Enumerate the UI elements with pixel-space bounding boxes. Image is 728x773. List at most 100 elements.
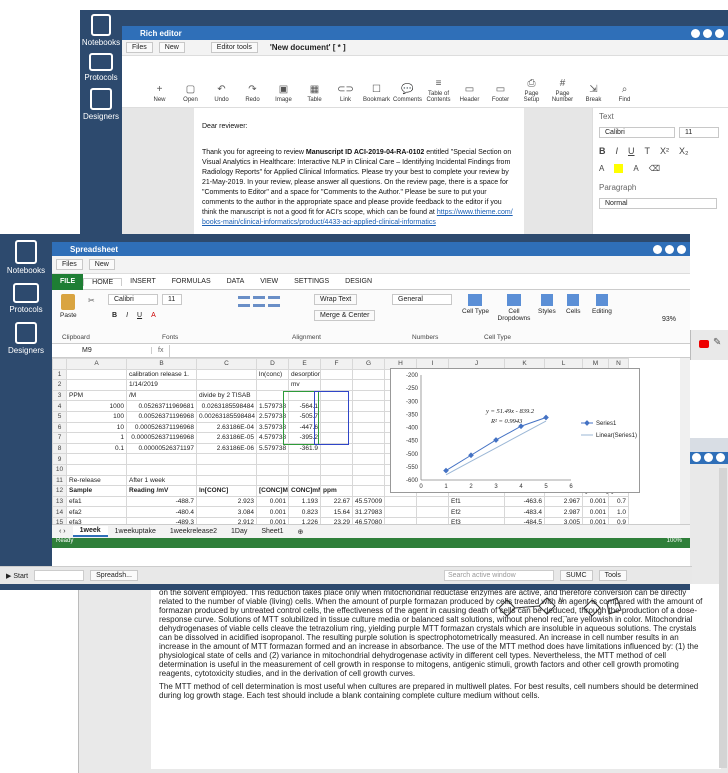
cell[interactable] [196, 453, 257, 465]
cell[interactable]: 0.000526371196968 [126, 421, 197, 434]
cell[interactable]: 2.63186E-06 [196, 442, 257, 455]
select-all-corner[interactable] [52, 358, 67, 370]
youtube-icon[interactable] [699, 340, 709, 348]
cell[interactable]: -463.6 [504, 495, 545, 508]
align-right-icon[interactable] [268, 304, 280, 307]
header-tool-button[interactable]: ▭ Header [454, 84, 485, 103]
cell[interactable] [66, 453, 127, 465]
styles-button[interactable]: Styles [538, 294, 556, 315]
align-center-icon[interactable] [253, 304, 265, 307]
cell[interactable]: Ef1 [448, 495, 505, 508]
cell[interactable]: desorption [288, 368, 321, 381]
cell[interactable]: -489.3 [126, 516, 197, 524]
cell[interactable] [352, 389, 385, 402]
cell[interactable] [416, 495, 449, 508]
wrap-text-button[interactable]: Wrap Text [314, 294, 358, 305]
open-tool-button[interactable]: ▢ Open [175, 84, 206, 103]
cell-type-button[interactable]: Cell Type [462, 294, 489, 315]
cell[interactable] [384, 516, 417, 524]
cell[interactable]: calibration release 1. [126, 368, 197, 381]
bookmark-tool-button[interactable]: ☐ Bookmark [361, 84, 392, 103]
cell[interactable]: -483.4 [504, 506, 545, 518]
cell[interactable] [416, 516, 449, 524]
cell[interactable] [352, 368, 385, 381]
maximize-icon[interactable] [665, 245, 674, 254]
color-swatch-icon[interactable] [614, 164, 624, 173]
merge-center-button[interactable]: Merge & Center [314, 310, 376, 321]
row-header[interactable]: 14 [52, 506, 67, 518]
cell[interactable]: divide by 2 TISAB [196, 389, 257, 402]
row-header[interactable]: 2 [52, 379, 67, 391]
row-header[interactable]: 13 [52, 495, 67, 508]
cell[interactable]: 3.084 [196, 506, 257, 518]
cell[interactable]: 0.00526371196968 [126, 410, 197, 423]
cell[interactable] [288, 463, 321, 476]
cell[interactable]: CONC]mM [288, 485, 321, 497]
table-of-contents-tool-button[interactable]: ≡ Table of Contents [423, 78, 454, 103]
column-header[interactable]: E [288, 358, 321, 370]
cell[interactable] [256, 379, 289, 391]
column-header[interactable]: A [66, 358, 127, 370]
tools-button[interactable]: Tools [598, 570, 627, 581]
cell[interactable]: 2.967 [544, 495, 583, 508]
close-icon[interactable] [715, 29, 724, 38]
column-header[interactable]: G [352, 358, 385, 370]
cell[interactable]: 2.987 [544, 506, 583, 518]
undo-tool-button[interactable]: ↶ Undo [206, 84, 237, 103]
cell[interactable]: 0.823 [288, 506, 321, 518]
bold-button[interactable]: B [112, 312, 117, 319]
cell[interactable]: 0.05263711969681 [126, 400, 197, 412]
cell[interactable]: 0.00000526371197 [126, 442, 197, 455]
cell[interactable] [416, 506, 449, 518]
column-header[interactable]: B [126, 358, 197, 370]
cell[interactable]: 1.226 [288, 516, 321, 524]
cell[interactable]: ppm [320, 485, 353, 497]
cell[interactable] [126, 463, 197, 476]
font-size-select[interactable]: 11 [679, 127, 719, 138]
font-color-icon[interactable]: A [151, 312, 156, 319]
sidebar-item-notebooks[interactable]: Notebooks [80, 14, 122, 47]
cell[interactable]: Re-release [66, 474, 127, 487]
sheet-tab-1weekuptake[interactable]: 1weekuptake [108, 527, 163, 536]
cell[interactable]: 0.1 [66, 442, 127, 455]
cell[interactable] [320, 379, 353, 391]
sheet-tab-1weekrelease2[interactable]: 1weekrelease2 [163, 527, 224, 536]
edit-icon[interactable]: ✎ [713, 337, 721, 348]
cell[interactable]: 1.193 [288, 495, 321, 508]
cell[interactable]: -480.4 [126, 506, 197, 518]
cell[interactable]: PPM [66, 389, 127, 402]
font-color-icon[interactable]: A [633, 164, 638, 173]
rich-editor-titlebar[interactable]: Rich editor [122, 26, 728, 40]
cell[interactable]: 0.0000526371196968 [126, 432, 197, 444]
cell[interactable]: 46.57080 [352, 516, 385, 524]
highlight-icon[interactable]: A [599, 164, 604, 173]
cell[interactable] [320, 453, 353, 465]
spreadsheet-titlebar[interactable]: Spreadsheet [52, 242, 690, 256]
name-box[interactable]: M9 [52, 347, 152, 354]
cell[interactable]: -484.5 [504, 516, 545, 524]
row-header[interactable]: 7 [52, 432, 67, 444]
cell[interactable]: 2.912 [196, 516, 257, 524]
font-select[interactable]: Calibri [599, 127, 675, 138]
cell[interactable]: 100 [66, 410, 127, 423]
tab-insert[interactable]: INSERT [122, 278, 164, 285]
sheet-tab-1day[interactable]: 1Day [224, 527, 254, 536]
page-setup-tool-button[interactable]: ⎙ Page Setup [516, 78, 547, 103]
taskbar-slot[interactable] [34, 570, 85, 581]
cell[interactable] [384, 506, 417, 518]
cell[interactable] [66, 463, 127, 476]
font-select[interactable]: Calibri [108, 294, 158, 305]
superscript-button[interactable]: X² [660, 146, 669, 156]
cell[interactable] [352, 453, 385, 465]
cell[interactable]: efa3 [66, 516, 127, 524]
cell[interactable] [320, 474, 353, 487]
row-header[interactable]: 9 [52, 453, 67, 465]
break-tool-button[interactable]: ⇲ Break [578, 84, 609, 103]
cell[interactable]: Sample [66, 485, 127, 497]
cell-dropdowns-button[interactable]: Cell Dropdowns [494, 294, 534, 322]
formula-input[interactable] [169, 344, 690, 357]
cell[interactable]: ln(conc) [256, 368, 289, 381]
cell[interactable] [196, 474, 257, 487]
align-bottom-icon[interactable] [268, 296, 280, 299]
cell[interactable]: Ef3 [448, 516, 505, 524]
